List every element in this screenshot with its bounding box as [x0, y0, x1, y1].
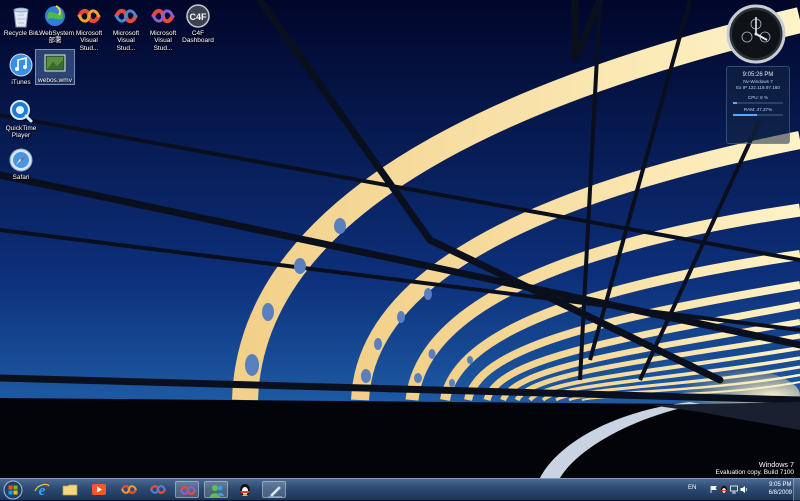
system-meter-gadget[interactable]: 9:05:26 PM Nv-Windows 7 Ex IP 122.118.97…	[726, 66, 790, 144]
desktop-icon-label: LWebSystem 部署	[36, 30, 75, 45]
gadget-cpu-label: CPU: 8 %	[747, 95, 769, 100]
gadget-time: 9:05:26 PM	[742, 72, 774, 78]
media-player-icon	[92, 484, 106, 495]
network-icon[interactable]	[730, 485, 738, 494]
taskbar-explorer[interactable]	[58, 481, 82, 498]
desktop-icon-quicktime[interactable]: QuickTime Player	[2, 98, 40, 140]
folder-icon	[62, 484, 78, 496]
system-tray: EN 9:05 PM 6/8/2009	[682, 479, 800, 501]
taskbar: e EN 9:05 PM 6/8/2009	[0, 478, 800, 501]
desktop-icon-label: QuickTime Player	[5, 125, 37, 140]
desktop-icon-lwebsystem[interactable]: LWebSystem 部署	[36, 3, 74, 45]
ram-meter-fill	[733, 114, 757, 116]
video-file-icon	[44, 54, 66, 72]
itunes-icon	[9, 53, 33, 77]
desktop-icon-webos-wmv[interactable]: webos.wmv	[35, 48, 75, 86]
visual-studio-icon	[150, 484, 166, 495]
visual-studio-icon	[114, 8, 138, 24]
watermark-build: Evaluation copy. Build 7100	[715, 468, 794, 476]
clock-gadget[interactable]	[726, 4, 786, 64]
desktop-icon-visual-studio-2[interactable]: Microsoft Visual Stud...	[107, 3, 145, 52]
pen-writer-icon	[268, 485, 282, 498]
c4f-dashboard-icon: C4F	[186, 4, 210, 28]
desktop-icon-label: Recycle Bin	[3, 30, 39, 37]
desktop-icon-visual-studio-1[interactable]: Microsoft Visual Stud...	[70, 3, 108, 52]
desktop-icon-visual-studio-3[interactable]: Microsoft Visual Stud...	[144, 3, 182, 52]
taskbar-visual-studio-3[interactable]	[175, 481, 199, 498]
taskbar-internet-explorer[interactable]: e	[30, 481, 54, 498]
action-center-flag-icon[interactable]	[710, 485, 718, 494]
clock-time: 9:05 PM	[769, 482, 792, 488]
volume-icon[interactable]	[740, 485, 748, 494]
watermark-os: Windows 7	[758, 460, 794, 469]
recycle-bin-icon	[13, 7, 29, 28]
visual-studio-icon	[77, 8, 101, 24]
qq-penguin-icon	[240, 484, 250, 496]
cpu-meter	[733, 102, 783, 104]
language-indicator[interactable]: EN	[688, 485, 696, 491]
desktop-icon-label: webos.wmv	[38, 77, 72, 84]
clock-date: 6/8/2009	[768, 490, 792, 496]
quicktime-icon	[10, 100, 33, 123]
taskbar-messenger[interactable]	[204, 481, 228, 498]
desktop-wallpaper	[0, 0, 800, 500]
taskbar-live-writer[interactable]	[262, 481, 286, 498]
messenger-icon	[210, 485, 224, 497]
desktop-icon-c4f-dashboard[interactable]: C4F C4F Dashboard	[179, 3, 217, 45]
desktop-icon-label: Safari	[12, 174, 30, 181]
cpu-meter-fill	[733, 102, 737, 104]
taskbar-qq[interactable]	[233, 481, 257, 498]
evaluation-watermark: Windows 7 Evaluation copy. Build 7100	[716, 461, 794, 476]
visual-studio-icon	[121, 484, 137, 495]
gadget-ip: Ex IP 122.118.97.160	[736, 85, 780, 90]
desktop-icon-label: Microsoft Visual Stud...	[75, 30, 103, 52]
lwebsystem-icon	[45, 5, 65, 26]
svg-text:C4F: C4F	[189, 12, 207, 22]
gadget-ram-label: RAM: 47.37%	[743, 107, 773, 112]
desktop-icon-safari[interactable]: Safari	[2, 147, 40, 181]
desktop-icon-label: Microsoft Visual Stud...	[149, 30, 177, 52]
taskbar-visual-studio-2[interactable]	[146, 481, 170, 498]
desktop-icon-label: iTunes	[11, 79, 31, 86]
ram-meter	[733, 114, 783, 116]
visual-studio-icon	[151, 8, 175, 24]
desktop-icon-itunes[interactable]: iTunes	[2, 52, 40, 86]
desktop-icon-recycle-bin[interactable]: Recycle Bin	[2, 3, 40, 37]
taskbar-visual-studio[interactable]	[117, 481, 141, 498]
start-button[interactable]	[2, 480, 24, 500]
safari-icon	[9, 148, 33, 172]
internet-explorer-icon: e	[34, 483, 50, 497]
visual-studio-icon	[180, 485, 196, 496]
desktop-icon-label: Microsoft Visual Stud...	[112, 30, 140, 52]
desktop-icon-label: C4F Dashboard	[182, 30, 214, 45]
taskbar-media-player[interactable]	[87, 481, 111, 498]
taskbar-clock[interactable]: 9:05 PM 6/8/2009	[769, 481, 792, 497]
show-desktop-button[interactable]	[793, 479, 800, 501]
qq-tray-icon[interactable]	[720, 485, 728, 494]
